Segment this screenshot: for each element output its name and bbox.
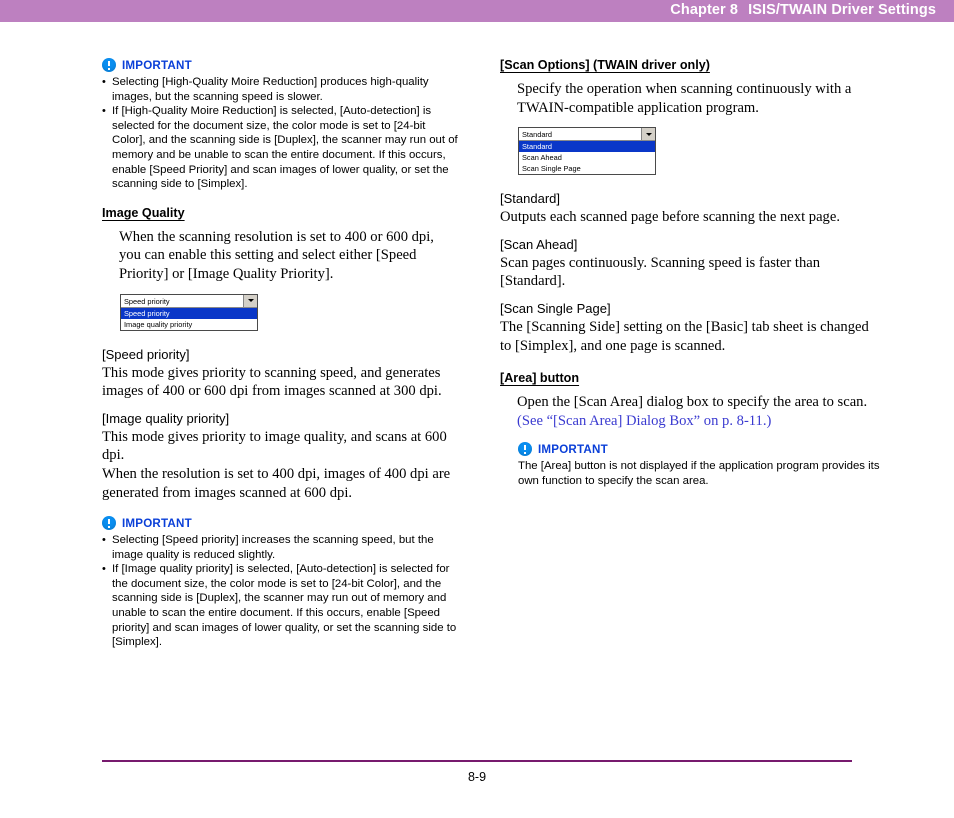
sub-body-speed-priority: This mode gives priority to scanning spe… [102, 364, 442, 400]
combobox-selected-value: Speed priority [124, 296, 170, 306]
important-label: IMPORTANT [122, 516, 192, 530]
scan-options-intro: Specify the operation when scanning cont… [517, 81, 852, 116]
list-item: If [Image quality priority] is selected,… [102, 562, 458, 650]
important-callout-3: IMPORTANT The [Area] button is not displ… [518, 440, 880, 488]
scan-options-combobox[interactable]: Standard Standard Scan Ahead Scan Single… [518, 127, 656, 176]
sub-label-speed-priority: [Speed priority] [102, 346, 190, 362]
area-button-body: Open the [Scan Area] dialog box to speci… [517, 393, 880, 430]
list-item: Selecting [Speed priority] increases the… [102, 533, 458, 562]
important-callout-2: IMPORTANT Selecting [Speed priority] inc… [102, 514, 458, 650]
sub-body-scan-single-page: The [Scanning Side] setting on the [Basi… [500, 318, 869, 354]
footer-divider [102, 760, 852, 762]
combobox-option[interactable]: Image quality priority [121, 319, 257, 330]
sub-label-image-quality-priority: [Image quality priority] [102, 410, 230, 426]
header-chapter-label: Chapter 8 [670, 2, 739, 18]
sub-label-scan-ahead: [Scan Ahead] [500, 236, 578, 252]
combobox-option[interactable]: Scan Single Page [519, 163, 655, 174]
combobox-option[interactable]: Scan Ahead [519, 152, 655, 163]
sub-body-image-quality-priority-1: This mode gives priority to image qualit… [102, 428, 447, 464]
chevron-down-icon[interactable] [243, 294, 257, 307]
exclamation-circle-icon [102, 58, 116, 72]
important-label: IMPORTANT [122, 58, 192, 72]
chevron-down-icon[interactable] [641, 128, 655, 141]
header-chapter-title: ISIS/TWAIN Driver Settings [748, 2, 936, 18]
page-header-title: Chapter 8 ISIS/TWAIN Driver Settings [670, 2, 936, 18]
sub-label-standard: [Standard] [500, 191, 560, 207]
exclamation-circle-icon [518, 442, 532, 457]
combobox-option[interactable]: Speed priority [121, 307, 257, 319]
scan-options-section: [Scan Options] (TWAIN driver only) Speci… [500, 56, 880, 355]
image-quality-section: Image Quality When the scanning resoluti… [102, 204, 458, 502]
list-item: If [High-Quality Moire Reduction] is sel… [102, 104, 458, 192]
area-button-body-text: Open the [Scan Area] dialog box to speci… [517, 394, 868, 411]
important-body-3: The [Area] button is not displayed if th… [518, 460, 880, 487]
right-column: [Scan Options] (TWAIN driver only) Speci… [500, 56, 880, 489]
sub-body-image-quality-priority-2: When the resolution is set to 400 dpi, i… [102, 465, 451, 501]
image-quality-intro: When the scanning resolution is set to 4… [119, 228, 434, 282]
combobox-field[interactable]: Standard [519, 128, 655, 142]
combobox-option-list[interactable]: Standard Scan Ahead Scan Single Page [519, 141, 655, 175]
image-quality-combobox[interactable]: Speed priority Speed priority Image qual… [120, 293, 258, 331]
list-item: Selecting [High-Quality Moire Reduction]… [102, 74, 458, 104]
important-bullet-list-2: Selecting [Speed priority] increases the… [102, 533, 458, 650]
section-heading-image-quality: Image Quality [102, 205, 185, 220]
exclamation-circle-icon [102, 516, 116, 531]
important-callout-1: IMPORTANT Selecting [High-Quality Moire … [102, 56, 458, 192]
sub-body-scan-ahead: Scan pages continuously. Scanning speed … [500, 254, 821, 290]
combobox-selected-value: Standard [522, 130, 552, 140]
sub-body-standard: Outputs each scanned page before scannin… [500, 209, 840, 226]
important-header-3: IMPORTANT [518, 440, 880, 458]
important-header-2: IMPORTANT [102, 514, 458, 532]
important-bullet-list-1: Selecting [High-Quality Moire Reduction]… [102, 74, 458, 192]
section-heading-area-button: [Area] button [500, 371, 580, 386]
crossref-link-scan-area-dialog[interactable]: (See “[Scan Area] Dialog Box” on p. 8-11… [517, 413, 771, 429]
important-header-1: IMPORTANT [102, 56, 458, 74]
important-label: IMPORTANT [538, 442, 608, 456]
combobox-field[interactable]: Speed priority [121, 294, 257, 308]
combobox-option-list[interactable]: Speed priority Image quality priority [121, 307, 257, 330]
sub-label-scan-single-page: [Scan Single Page] [500, 300, 611, 316]
left-column: IMPORTANT Selecting [High-Quality Moire … [102, 56, 458, 650]
section-heading-scan-options: [Scan Options] (TWAIN driver only) [500, 58, 710, 72]
combobox-option[interactable]: Standard [519, 141, 655, 153]
page-number: 8-9 [467, 770, 487, 784]
area-button-section: [Area] button Open the [Scan Area] dialo… [500, 369, 880, 488]
